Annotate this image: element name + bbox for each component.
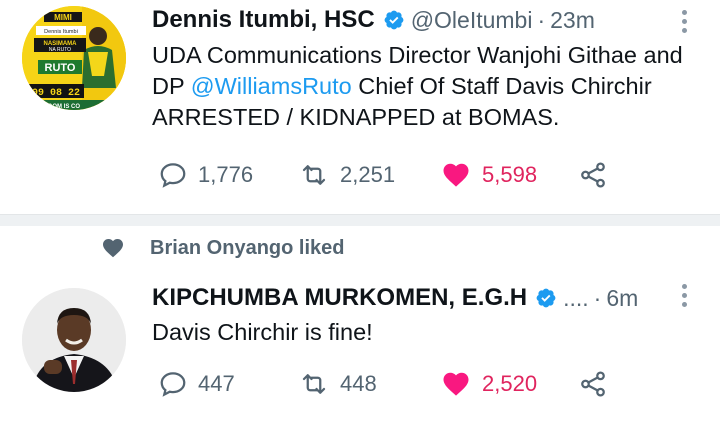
like-count: 2,520 xyxy=(482,371,538,396)
retweet-icon xyxy=(302,374,326,394)
liked-by-text[interactable]: Brian Onyango liked xyxy=(150,237,344,260)
retweet-icon xyxy=(302,165,326,185)
retweet-count: 448 xyxy=(340,371,377,396)
reply-icon xyxy=(160,372,186,397)
reply-button[interactable]: 447 xyxy=(158,367,235,401)
tweet-text: UDA Communications Director Wanjohi Gith… xyxy=(152,40,692,133)
separator-dot: · xyxy=(537,6,546,33)
action-bar: 1,776 2,251 5,598 xyxy=(158,158,678,192)
more-icon[interactable] xyxy=(682,284,688,311)
poster-line1: MIMI xyxy=(54,13,72,22)
verified-icon xyxy=(383,9,405,31)
tweet-header: Dennis Itumbi, HSC @OleItumbi · 23m xyxy=(152,6,595,34)
timestamp[interactable]: 23m xyxy=(550,7,595,34)
share-button[interactable] xyxy=(578,158,608,192)
profile-photo xyxy=(22,288,126,392)
like-icon xyxy=(443,372,469,396)
share-icon xyxy=(581,162,605,188)
retweet-button[interactable]: 448 xyxy=(298,367,377,401)
avatar[interactable]: MIMI Dennis Itumbi NASIMAMA NA RUTO RUTO… xyxy=(22,6,126,110)
tweet-divider xyxy=(0,214,720,226)
separator-dot: · xyxy=(593,284,602,311)
display-name[interactable]: KIPCHUMBA MURKOMEN, E.G.H xyxy=(152,284,527,312)
share-icon xyxy=(581,371,605,397)
poster-line2: Dennis Itumbi xyxy=(44,29,78,35)
campaign-poster-image: MIMI Dennis Itumbi NASIMAMA NA RUTO RUTO… xyxy=(22,6,126,110)
like-count: 5,598 xyxy=(482,162,538,187)
timestamp[interactable]: 6m xyxy=(606,285,638,312)
reply-icon xyxy=(160,163,186,188)
retweet-count: 2,251 xyxy=(340,162,396,187)
reply-count: 447 xyxy=(198,371,235,396)
more-icon[interactable] xyxy=(682,10,688,37)
avatar[interactable] xyxy=(22,288,126,392)
handle[interactable]: @OleItumbi xyxy=(411,7,533,34)
verified-icon xyxy=(535,287,557,309)
poster-date: 09 08 22 xyxy=(32,88,80,99)
tweet-header: KIPCHUMBA MURKOMEN, E.G.H .... · 6m xyxy=(152,284,638,312)
action-bar: 447 448 2,520 xyxy=(158,367,678,401)
retweet-button[interactable]: 2,251 xyxy=(298,158,395,192)
mention-link[interactable]: @WilliamsRuto xyxy=(191,73,352,99)
tweet-dennis-itumbi[interactable]: MIMI Dennis Itumbi NASIMAMA NA RUTO RUTO… xyxy=(0,0,720,214)
poster-footer: EDOM IS CO xyxy=(44,104,80,110)
social-context: Brian Onyango liked xyxy=(100,236,344,260)
poster-line4: NA RUTO xyxy=(49,47,71,53)
tweet-kipchumba-murkomen[interactable]: Brian Onyango liked KIPCHUMBA MURKOMEN, … xyxy=(0,226,720,435)
share-button[interactable] xyxy=(578,367,608,401)
like-button[interactable]: 2,520 xyxy=(440,367,537,401)
display-name[interactable]: Dennis Itumbi, HSC xyxy=(152,6,375,34)
reply-count: 1,776 xyxy=(198,162,254,187)
handle[interactable]: .... xyxy=(563,285,589,312)
like-icon xyxy=(443,163,469,187)
tweet-text: Davis Chirchir is fine! xyxy=(152,319,373,345)
heart-icon xyxy=(103,239,123,258)
poster-brand: RUTO xyxy=(45,62,76,74)
like-button[interactable]: 5,598 xyxy=(440,158,537,192)
reply-button[interactable]: 1,776 xyxy=(158,158,253,192)
